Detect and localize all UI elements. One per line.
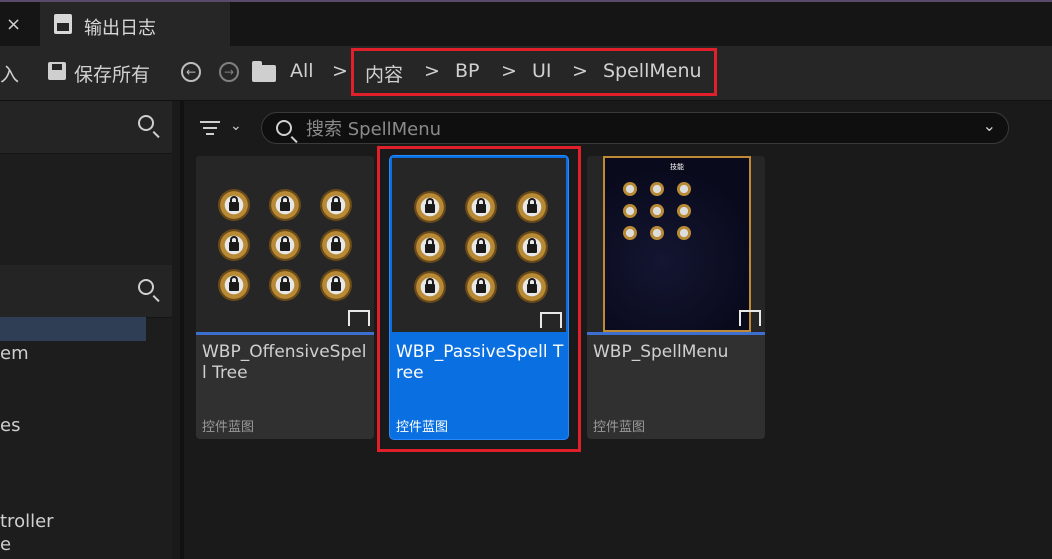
folders-search[interactable] bbox=[0, 265, 172, 318]
sources-panel: em es troller e bbox=[0, 101, 172, 559]
preview-title: 技能 bbox=[670, 163, 684, 171]
search-icon bbox=[276, 120, 292, 136]
asset-search-bar[interactable]: ⌄ bbox=[261, 112, 1009, 144]
selected-folder-row[interactable] bbox=[0, 317, 146, 341]
folder-item[interactable]: es bbox=[0, 415, 20, 436]
close-tab-icon[interactable]: × bbox=[6, 14, 21, 35]
asset-type: 控件蓝图 bbox=[202, 420, 255, 435]
lock-icon bbox=[218, 269, 250, 301]
lock-icon bbox=[677, 182, 691, 196]
search-input[interactable] bbox=[304, 117, 968, 141]
lock-icon bbox=[320, 269, 352, 301]
filter-icon[interactable] bbox=[200, 121, 220, 135]
lock-icon bbox=[623, 204, 637, 218]
asset-thumbnail: 技能 bbox=[587, 156, 765, 332]
breadcrumb-separator[interactable]: > bbox=[332, 60, 348, 82]
lock-icon bbox=[623, 226, 637, 240]
tab-label: 输出日志 bbox=[84, 18, 156, 39]
lock-icon bbox=[650, 182, 664, 196]
search-icon[interactable] bbox=[138, 279, 154, 295]
forward-button[interactable]: → bbox=[219, 62, 239, 82]
content-browser-toolbar: 入 保存所有 ← → All > 内容 > BP > UI > SpellMen… bbox=[0, 46, 1052, 101]
tab-bar: × 输出日志 bbox=[0, 0, 1052, 46]
folder-item[interactable]: em bbox=[0, 343, 29, 364]
asset-tile-offensive-spell-tree[interactable]: WBP_OffensiveSpell Tree 控件蓝图 bbox=[196, 156, 374, 439]
spell-menu-preview: 技能 bbox=[603, 156, 751, 332]
widget-blueprint-icon bbox=[348, 310, 370, 326]
lock-icon bbox=[320, 229, 352, 261]
asset-type-bar bbox=[587, 332, 765, 335]
asset-tile-spell-menu[interactable]: 技能 WBP_SpellMenu 控件蓝图 bbox=[587, 156, 765, 439]
folder-item[interactable]: e bbox=[0, 534, 11, 555]
favorites-search[interactable] bbox=[0, 101, 172, 154]
lock-icon bbox=[269, 189, 301, 221]
folder-item[interactable]: troller bbox=[0, 511, 54, 532]
save-all-button[interactable]: 保存所有 bbox=[74, 60, 150, 87]
widget-blueprint-icon bbox=[739, 310, 761, 326]
import-button[interactable]: 入 bbox=[0, 60, 19, 87]
search-icon[interactable] bbox=[138, 115, 154, 131]
save-icon bbox=[48, 62, 66, 80]
lock-icon bbox=[650, 226, 664, 240]
asset-name: WBP_OffensiveSpell Tree bbox=[202, 342, 367, 383]
lock-icon bbox=[677, 226, 691, 240]
asset-thumbnail bbox=[196, 156, 374, 332]
lock-icon bbox=[320, 189, 352, 221]
lock-icon bbox=[218, 189, 250, 221]
breadcrumb-highlight-box bbox=[351, 48, 717, 96]
output-log-icon bbox=[54, 14, 72, 34]
lock-icon bbox=[218, 229, 250, 261]
lock-icon bbox=[677, 204, 691, 218]
lock-icon bbox=[269, 229, 301, 261]
asset-type-bar bbox=[196, 332, 374, 335]
back-button[interactable]: ← bbox=[181, 62, 201, 82]
chevron-down-icon[interactable]: ⌄ bbox=[230, 118, 242, 134]
tab-output-log[interactable]: 输出日志 bbox=[40, 2, 230, 46]
chevron-down-icon[interactable]: ⌄ bbox=[983, 116, 996, 135]
asset-type: 控件蓝图 bbox=[593, 420, 646, 435]
folder-icon bbox=[252, 61, 276, 82]
breadcrumb-all[interactable]: All bbox=[290, 60, 314, 82]
asset-name: WBP_SpellMenu bbox=[593, 342, 729, 362]
lock-icon bbox=[269, 269, 301, 301]
lock-icon bbox=[650, 204, 664, 218]
lock-icon bbox=[623, 182, 637, 196]
selection-highlight-box bbox=[377, 146, 581, 452]
